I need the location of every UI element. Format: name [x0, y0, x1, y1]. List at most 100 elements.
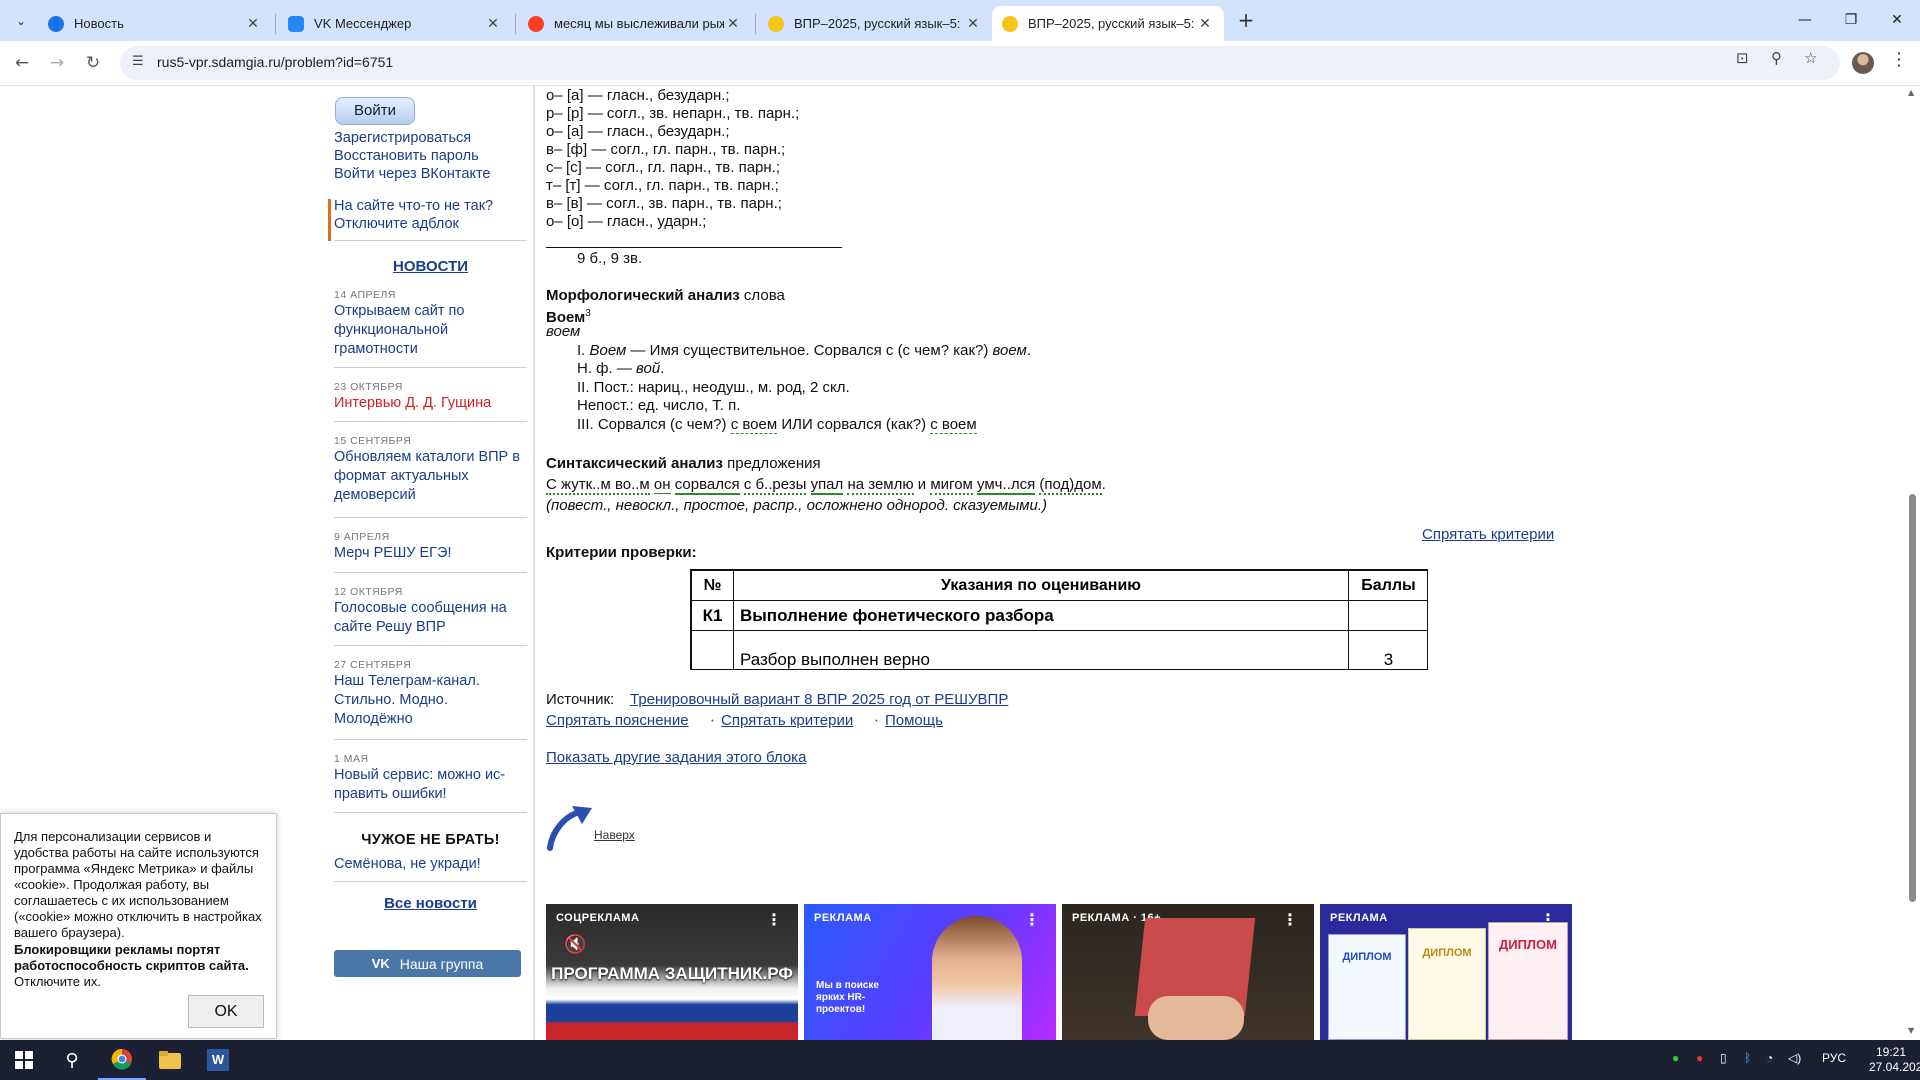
ad-label: РЕКЛАМА — [1330, 912, 1388, 924]
yandex-tray-icon[interactable]: ● — [1696, 1051, 1703, 1065]
login-button[interactable]: Войти — [335, 97, 415, 125]
up-arrow-icon[interactable] — [546, 802, 596, 852]
windows-start-icon[interactable] — [0, 1040, 48, 1080]
vk-group-label: Наша группа — [399, 955, 484, 972]
ad-card-diploma[interactable]: РЕКЛАМА ⋮ ДИПЛОМ ДИПЛОМ ДИПЛОМ — [1320, 904, 1572, 1040]
hide-criteria-link[interactable]: Спрятать критерии — [1422, 526, 1554, 543]
col-instructions-header: Указания по оцениванию — [733, 570, 1349, 601]
clock-time: 19:21 — [1875, 1045, 1907, 1059]
ad-label: РЕКЛАМА — [814, 912, 872, 924]
zoom-icon[interactable]: ⚲ — [1771, 49, 1782, 67]
news-item[interactable]: Мерч РЕШУ ЕГЭ! — [334, 544, 530, 563]
news-item[interactable]: Голосовые сообщения на сайте Решу ВПР — [334, 599, 530, 637]
close-tab-icon[interactable]: ✕ — [964, 16, 982, 32]
promo-link[interactable]: Семёнова, не укради! — [334, 856, 481, 872]
tab-title: ВПР–2025, русский язык–5: за — [794, 16, 964, 31]
usb-tray-icon[interactable]: ▯ — [1720, 1051, 1727, 1065]
tab-vpr-1[interactable]: ВПР–2025, русский язык–5: за ✕ — [758, 6, 992, 41]
mute-icon[interactable]: 🔇 — [564, 934, 586, 955]
ad-card-hr[interactable]: РЕКЛАМА ⋮ Мы в поиске ярких HR-проектов! — [804, 904, 1056, 1040]
tab-yandex[interactable]: месяц мы выслеживали рыже ✕ — [518, 6, 752, 41]
help-link[interactable]: Помощь — [885, 712, 943, 729]
news-item[interactable]: Интервью Д. Д. Гущина — [334, 394, 530, 413]
news-favicon-icon — [48, 15, 64, 32]
language-indicator[interactable]: РУС — [1822, 1051, 1846, 1065]
file-explorer-icon[interactable] — [146, 1040, 194, 1080]
ad-card-zashchitnik[interactable]: СОЦРЕКЛАМА ⋮ 🔇 ПРОГРАММА ЗАЩИТНИК.РФ — [546, 904, 798, 1040]
site-issue-text: На сайте что-то не так? — [334, 198, 494, 214]
col-score-header: Баллы — [1348, 570, 1427, 601]
sidebar-border — [533, 86, 535, 1040]
close-tab-icon[interactable]: ✕ — [1196, 16, 1214, 32]
divider — [334, 517, 527, 518]
show-other-tasks-link[interactable]: Показать другие задания этого блока — [546, 749, 806, 766]
phonetic-summary: 9 б., 9 зв. — [577, 250, 643, 267]
back-arrow-icon[interactable]: ← — [8, 49, 36, 77]
divider — [334, 367, 527, 368]
ad-menu-icon[interactable]: ⋮ — [764, 910, 784, 934]
ad-text: ДИПЛОМ — [1498, 937, 1557, 952]
network-tray-icon[interactable]: ◔ — [1766, 1051, 1773, 1065]
new-tab-button[interactable]: + — [1232, 8, 1260, 34]
close-tab-icon[interactable]: ✕ — [244, 16, 262, 32]
news-date: 15 СЕНТЯБРЯ — [334, 435, 412, 447]
tray-clock[interactable]: 19:21 27.04.2025 — [1869, 1045, 1920, 1075]
close-window-button[interactable]: ✕ — [1874, 0, 1920, 40]
tab-list-button[interactable]: ⌄ — [8, 8, 34, 34]
forward-arrow-icon[interactable]: → — [43, 49, 71, 77]
cookie-ok-button[interactable]: OK — [188, 995, 264, 1028]
ad-menu-icon[interactable]: ⋮ — [1280, 910, 1300, 934]
news-item[interactable]: Обновляем каталоги ВПР в формат актуальн… — [334, 448, 530, 505]
hide-explanation-link[interactable]: Спрятать пояснение — [546, 712, 689, 729]
minimize-button[interactable]: — — [1782, 0, 1828, 40]
url-text[interactable]: rus5-vpr.sdamgia.ru/problem?id=6751 — [157, 54, 393, 70]
promo-heading: ЧУЖОЕ НЕ БРАТЬ! — [361, 832, 500, 848]
address-bar[interactable]: ☰ rus5-vpr.sdamgia.ru/problem?id=6751 — [120, 46, 1840, 80]
restore-password-link[interactable]: Восстановить пароль — [334, 147, 479, 165]
close-tab-icon[interactable]: ✕ — [484, 16, 502, 32]
bluetooth-tray-icon[interactable]: ᛒ — [1744, 1051, 1751, 1065]
ad-card-book[interactable]: РЕКЛАМА · 16+ ⋮ — [1062, 904, 1314, 1040]
chrome-taskbar-icon[interactable] — [98, 1040, 146, 1080]
ad-text: ПРОГРАММА ЗАЩИТНИК.РФ — [551, 964, 793, 983]
phonetic-line: о– [о] — гласн., ударн.; — [546, 213, 707, 230]
news-item[interactable]: Новый сервис: можно ис­править ошибки! — [334, 766, 530, 804]
restore-button[interactable]: ❐ — [1828, 0, 1874, 40]
tab-title: Новость — [74, 16, 124, 31]
volume-tray-icon[interactable]: ◁) — [1788, 1051, 1801, 1065]
source-link[interactable]: Тренировочный вариант 8 ВПР 2025 год от … — [630, 691, 1008, 708]
all-news-link[interactable]: Все новости — [334, 895, 527, 912]
phonetic-line: в– [в] — согл., зв. парн., тв. парн.; — [546, 195, 782, 212]
divider — [334, 572, 527, 573]
vk-group-button[interactable]: VK Наша группа — [334, 950, 521, 977]
news-item[interactable]: Открываем сайт по функциональной грамотн… — [334, 302, 530, 359]
news-item[interactable]: Наш Телеграм-канал. Стильно. Модно. Моло… — [334, 672, 530, 729]
ad-menu-icon[interactable]: ⋮ — [1022, 910, 1042, 934]
scrollbar-thumb[interactable] — [1909, 494, 1916, 902]
tab-vpr-active[interactable]: ВПР–2025, русский язык–5: за ✕ — [992, 6, 1224, 41]
news-heading[interactable]: НОВОСТИ — [334, 258, 527, 275]
tab-news[interactable]: Новость ✕ — [38, 6, 272, 41]
bookmark-star-icon[interactable]: ☆ — [1804, 49, 1817, 67]
install-app-icon[interactable]: ⊡ — [1736, 49, 1749, 67]
tab-vk[interactable]: VK Мессенджер ✕ — [278, 6, 512, 41]
site-info-icon[interactable]: ☰ — [132, 54, 144, 69]
word-icon[interactable]: W — [194, 1040, 242, 1080]
tab-separator — [755, 14, 756, 34]
notice-accent-bar — [328, 199, 331, 241]
scroll-down-arrow-icon[interactable]: ▼ — [1908, 1026, 1914, 1035]
hide-criteria-bottom-link[interactable]: Спрятать критерии — [721, 712, 853, 729]
profile-avatar[interactable] — [1852, 52, 1874, 74]
scroll-up-arrow-icon[interactable]: ▲ — [1908, 88, 1914, 97]
sdamgia-favicon-icon — [768, 15, 784, 32]
reload-icon[interactable]: ↻ — [79, 49, 107, 77]
news-date: 23 ОКТЯБРЯ — [334, 381, 403, 393]
security-tray-icon[interactable]: ● — [1672, 1051, 1679, 1065]
morph-word-italic: воем — [546, 323, 581, 340]
browser-menu-icon[interactable]: ⋮ — [1890, 49, 1908, 70]
close-tab-icon[interactable]: ✕ — [724, 16, 742, 32]
vk-login-link[interactable]: Войти через ВКонтакте — [334, 165, 491, 183]
register-link[interactable]: Зарегистрироваться — [334, 129, 471, 147]
search-icon[interactable]: ⚲ — [48, 1040, 96, 1080]
back-to-top-link[interactable]: Наверх — [594, 828, 635, 842]
